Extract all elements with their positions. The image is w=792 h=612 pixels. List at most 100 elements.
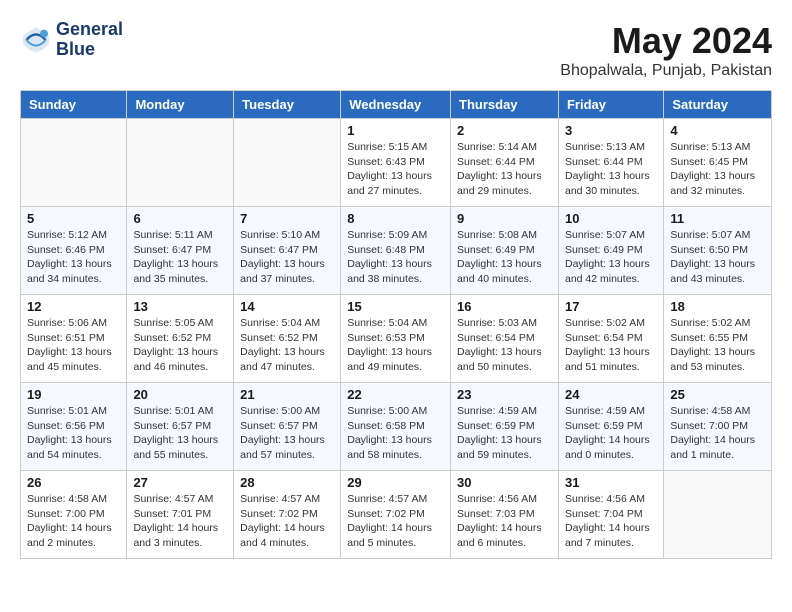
calendar-week-row: 26 Sunrise: 4:58 AM Sunset: 7:00 PM Dayli… — [21, 471, 772, 559]
calendar-table: SundayMondayTuesdayWednesdayThursdayFrid… — [20, 90, 772, 559]
calendar-week-row: 12 Sunrise: 5:06 AM Sunset: 6:51 PM Dayli… — [21, 295, 772, 383]
day-number: 22 — [347, 387, 444, 402]
day-info: Sunrise: 5:07 AM Sunset: 6:50 PM Dayligh… — [670, 228, 765, 287]
day-info: Sunrise: 5:03 AM Sunset: 6:54 PM Dayligh… — [457, 316, 552, 375]
calendar-week-row: 1 Sunrise: 5:15 AM Sunset: 6:43 PM Daylig… — [21, 119, 772, 207]
calendar-cell: 26 Sunrise: 4:58 AM Sunset: 7:00 PM Dayli… — [21, 471, 127, 559]
calendar-week-row: 5Sunrise: 5:12 AM Sunset: 6:46 PM Daylig… — [21, 207, 772, 295]
day-header-monday: Monday — [127, 91, 234, 119]
day-info: Sunrise: 5:11 AM Sunset: 6:47 PM Dayligh… — [133, 228, 227, 287]
day-number: 20 — [133, 387, 227, 402]
day-info: Sunrise: 5:01 AM Sunset: 6:57 PM Dayligh… — [133, 404, 227, 463]
day-info: Sunrise: 5:05 AM Sunset: 6:52 PM Dayligh… — [133, 316, 227, 375]
calendar-week-row: 19Sunrise: 5:01 AM Sunset: 6:56 PM Dayli… — [21, 383, 772, 471]
day-number: 12 — [27, 299, 120, 314]
day-info: Sunrise: 5:10 AM Sunset: 6:47 PM Dayligh… — [240, 228, 334, 287]
day-number: 17 — [565, 299, 657, 314]
calendar-header-row: SundayMondayTuesdayWednesdayThursdayFrid… — [21, 91, 772, 119]
day-number: 6 — [133, 211, 227, 226]
calendar-cell — [21, 119, 127, 207]
day-info: Sunrise: 5:02 AM Sunset: 6:55 PM Dayligh… — [670, 316, 765, 375]
calendar-cell: 31 Sunrise: 4:56 AM Sunset: 7:04 PM Dayli… — [558, 471, 663, 559]
day-number: 29 — [347, 475, 444, 490]
calendar-cell: 14Sunrise: 5:04 AM Sunset: 6:52 PM Dayli… — [234, 295, 341, 383]
day-info: Sunrise: 5:04 AM Sunset: 6:53 PM Dayligh… — [347, 316, 444, 375]
calendar-cell: 20 Sunrise: 5:01 AM Sunset: 6:57 PM Dayli… — [127, 383, 234, 471]
day-info: Sunrise: 5:00 AM Sunset: 6:58 PM Dayligh… — [347, 404, 444, 463]
calendar-cell: 1 Sunrise: 5:15 AM Sunset: 6:43 PM Daylig… — [341, 119, 451, 207]
logo-text: General Blue — [56, 20, 123, 60]
month-title: May 2024 — [560, 20, 772, 62]
day-number: 16 — [457, 299, 552, 314]
calendar-cell: 30 Sunrise: 4:56 AM Sunset: 7:03 PM Dayli… — [451, 471, 559, 559]
day-info: Sunrise: 5:09 AM Sunset: 6:48 PM Dayligh… — [347, 228, 444, 287]
calendar-cell — [234, 119, 341, 207]
day-info: Sunrise: 5:08 AM Sunset: 6:49 PM Dayligh… — [457, 228, 552, 287]
day-number: 26 — [27, 475, 120, 490]
day-info: Sunrise: 5:04 AM Sunset: 6:52 PM Dayligh… — [240, 316, 334, 375]
day-info: Sunrise: 5:07 AM Sunset: 6:49 PM Dayligh… — [565, 228, 657, 287]
day-number: 27 — [133, 475, 227, 490]
day-number: 21 — [240, 387, 334, 402]
day-info: Sunrise: 4:56 AM Sunset: 7:04 PM Dayligh… — [565, 492, 657, 551]
calendar-cell: 15 Sunrise: 5:04 AM Sunset: 6:53 PM Dayli… — [341, 295, 451, 383]
day-info: Sunrise: 5:13 AM Sunset: 6:45 PM Dayligh… — [670, 140, 765, 199]
day-number: 1 — [347, 123, 444, 138]
day-number: 18 — [670, 299, 765, 314]
day-number: 15 — [347, 299, 444, 314]
calendar-cell: 27Sunrise: 4:57 AM Sunset: 7:01 PM Dayli… — [127, 471, 234, 559]
calendar-cell — [664, 471, 772, 559]
day-info: Sunrise: 4:57 AM Sunset: 7:02 PM Dayligh… — [347, 492, 444, 551]
day-number: 13 — [133, 299, 227, 314]
calendar-cell: 21Sunrise: 5:00 AM Sunset: 6:57 PM Dayli… — [234, 383, 341, 471]
day-info: Sunrise: 5:06 AM Sunset: 6:51 PM Dayligh… — [27, 316, 120, 375]
calendar-cell: 16 Sunrise: 5:03 AM Sunset: 6:54 PM Dayli… — [451, 295, 559, 383]
location-subtitle: Bhopalwala, Punjab, Pakistan — [560, 62, 772, 80]
calendar-cell: 25 Sunrise: 4:58 AM Sunset: 7:00 PM Dayli… — [664, 383, 772, 471]
logo-line1: General — [56, 20, 123, 40]
calendar-cell: 28Sunrise: 4:57 AM Sunset: 7:02 PM Dayli… — [234, 471, 341, 559]
day-header-friday: Friday — [558, 91, 663, 119]
day-info: Sunrise: 5:15 AM Sunset: 6:43 PM Dayligh… — [347, 140, 444, 199]
day-number: 3 — [565, 123, 657, 138]
day-header-wednesday: Wednesday — [341, 91, 451, 119]
day-header-thursday: Thursday — [451, 91, 559, 119]
calendar-cell: 2Sunrise: 5:14 AM Sunset: 6:44 PM Daylig… — [451, 119, 559, 207]
logo: General Blue — [20, 20, 123, 60]
calendar-cell: 29 Sunrise: 4:57 AM Sunset: 7:02 PM Dayli… — [341, 471, 451, 559]
calendar-cell: 8 Sunrise: 5:09 AM Sunset: 6:48 PM Daylig… — [341, 207, 451, 295]
title-block: May 2024 Bhopalwala, Punjab, Pakistan — [560, 20, 772, 80]
day-header-saturday: Saturday — [664, 91, 772, 119]
day-info: Sunrise: 5:13 AM Sunset: 6:44 PM Dayligh… — [565, 140, 657, 199]
calendar-cell: 3 Sunrise: 5:13 AM Sunset: 6:44 PM Daylig… — [558, 119, 663, 207]
day-number: 10 — [565, 211, 657, 226]
day-number: 25 — [670, 387, 765, 402]
day-number: 9 — [457, 211, 552, 226]
calendar-cell: 22 Sunrise: 5:00 AM Sunset: 6:58 PM Dayli… — [341, 383, 451, 471]
day-number: 4 — [670, 123, 765, 138]
logo-line2: Blue — [56, 40, 123, 60]
day-number: 19 — [27, 387, 120, 402]
calendar-cell: 9 Sunrise: 5:08 AM Sunset: 6:49 PM Daylig… — [451, 207, 559, 295]
day-number: 30 — [457, 475, 552, 490]
calendar-cell: 18 Sunrise: 5:02 AM Sunset: 6:55 PM Dayli… — [664, 295, 772, 383]
calendar-cell: 24Sunrise: 4:59 AM Sunset: 6:59 PM Dayli… — [558, 383, 663, 471]
day-number: 31 — [565, 475, 657, 490]
day-info: Sunrise: 5:14 AM Sunset: 6:44 PM Dayligh… — [457, 140, 552, 199]
day-info: Sunrise: 4:56 AM Sunset: 7:03 PM Dayligh… — [457, 492, 552, 551]
calendar-cell: 10 Sunrise: 5:07 AM Sunset: 6:49 PM Dayli… — [558, 207, 663, 295]
day-number: 24 — [565, 387, 657, 402]
day-number: 8 — [347, 211, 444, 226]
calendar-cell: 5Sunrise: 5:12 AM Sunset: 6:46 PM Daylig… — [21, 207, 127, 295]
day-info: Sunrise: 4:58 AM Sunset: 7:00 PM Dayligh… — [27, 492, 120, 551]
calendar-cell: 4 Sunrise: 5:13 AM Sunset: 6:45 PM Daylig… — [664, 119, 772, 207]
day-info: Sunrise: 4:58 AM Sunset: 7:00 PM Dayligh… — [670, 404, 765, 463]
day-header-tuesday: Tuesday — [234, 91, 341, 119]
day-info: Sunrise: 4:59 AM Sunset: 6:59 PM Dayligh… — [457, 404, 552, 463]
calendar-cell: 17Sunrise: 5:02 AM Sunset: 6:54 PM Dayli… — [558, 295, 663, 383]
day-number: 7 — [240, 211, 334, 226]
calendar-cell: 12 Sunrise: 5:06 AM Sunset: 6:51 PM Dayli… — [21, 295, 127, 383]
logo-icon — [20, 24, 52, 56]
calendar-cell: 13 Sunrise: 5:05 AM Sunset: 6:52 PM Dayli… — [127, 295, 234, 383]
calendar-cell: 7 Sunrise: 5:10 AM Sunset: 6:47 PM Daylig… — [234, 207, 341, 295]
